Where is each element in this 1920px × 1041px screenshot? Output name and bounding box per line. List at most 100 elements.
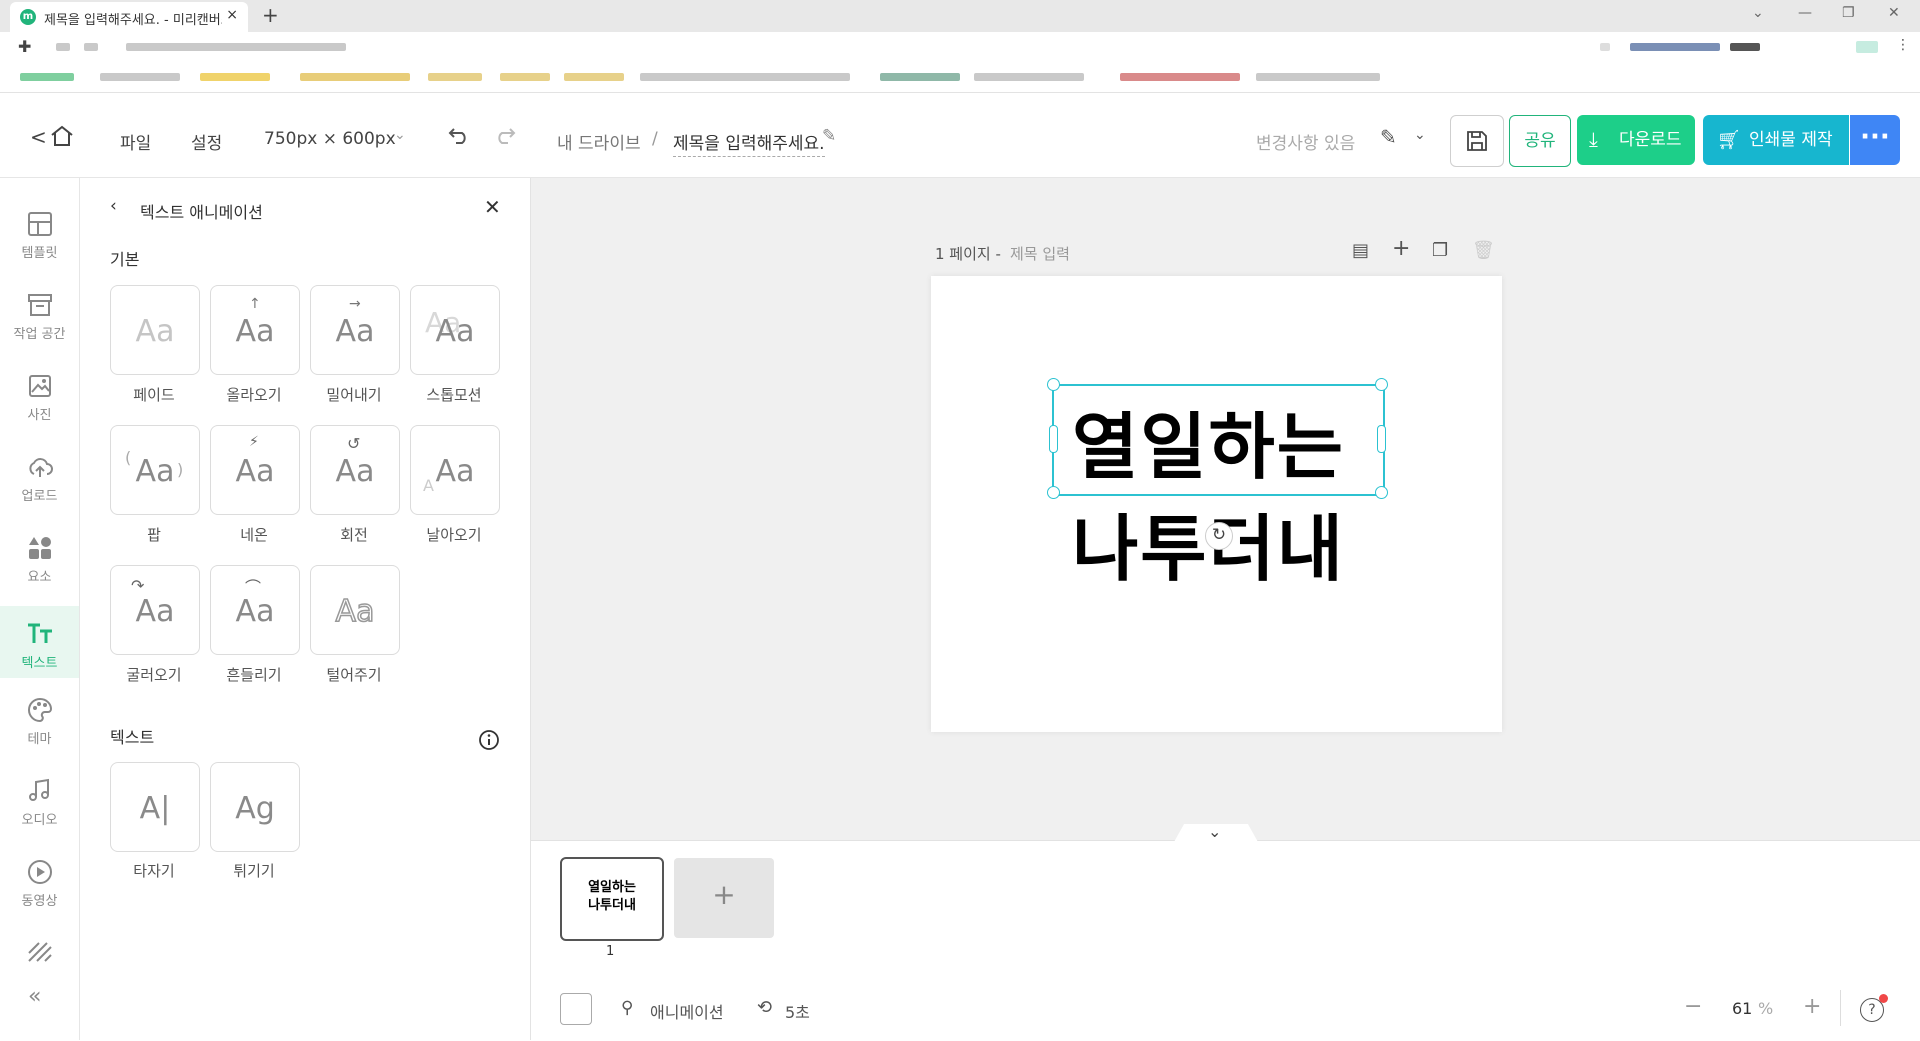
- animation-card-fade[interactable]: Aa: [110, 285, 200, 375]
- animation-card-pop[interactable]: (Aa): [110, 425, 200, 515]
- chevron-down-icon[interactable]: ⌄: [1414, 127, 1426, 143]
- bookmark-item[interactable]: [880, 73, 960, 81]
- animation-card-shakeoff[interactable]: Aa: [310, 565, 400, 655]
- bookmark-item[interactable]: [428, 73, 482, 81]
- bookmark-item[interactable]: [300, 73, 410, 81]
- bookmark-item[interactable]: [500, 73, 550, 81]
- bookmark-item[interactable]: [100, 73, 180, 81]
- animation-card-roll[interactable]: ↷ Aa: [110, 565, 200, 655]
- animation-button[interactable]: 애니메이션: [650, 999, 724, 1023]
- bookmark-item[interactable]: [1256, 73, 1380, 81]
- animation-card-stopmotion[interactable]: Aa Aa: [410, 285, 500, 375]
- reload-icon[interactable]: [84, 43, 98, 51]
- animation-card-neon[interactable]: ⚡︎ Aa: [210, 425, 300, 515]
- page-thumbnail[interactable]: 열일하는 나투더내: [560, 857, 664, 941]
- bookmark-item[interactable]: [20, 73, 74, 81]
- sidebar-item-theme[interactable]: 테마: [0, 682, 79, 752]
- sidebar-item-template[interactable]: 템플릿: [0, 196, 79, 266]
- side-resize-handle[interactable]: [1049, 425, 1058, 453]
- animation-card-push[interactable]: → Aa: [310, 285, 400, 375]
- duration-clock-icon[interactable]: ⟲: [757, 997, 772, 1018]
- animation-card-rise[interactable]: ↑ Aa: [210, 285, 300, 375]
- menu-settings[interactable]: 설정: [191, 129, 222, 154]
- sidebar-item-audio[interactable]: 오디오: [0, 763, 79, 833]
- browser-tab[interactable]: m 제목을 입력해주세요. - 미리캔버스 ×: [10, 2, 248, 32]
- bookmark-item[interactable]: [640, 73, 850, 81]
- animation-card-typewriter[interactable]: A|: [110, 762, 200, 852]
- panel-close-icon[interactable]: ✕: [484, 195, 501, 219]
- browser-menu-icon[interactable]: ⋮: [1896, 37, 1910, 53]
- animation-card-rotate[interactable]: ↺ Aa: [310, 425, 400, 515]
- new-tab-button[interactable]: +: [262, 3, 279, 27]
- sidebar-item-text[interactable]: 텍스트: [0, 606, 79, 678]
- document-title[interactable]: 제목을 입력해주세요.: [673, 129, 825, 157]
- close-window-icon[interactable]: ✕: [1888, 5, 1900, 21]
- resize-handle[interactable]: [1047, 378, 1060, 391]
- animation-card-bounce[interactable]: Ag: [210, 762, 300, 852]
- background-color-swatch[interactable]: [560, 993, 592, 1025]
- nav-icon[interactable]: [56, 43, 70, 51]
- minimize-window-icon[interactable]: —: [1798, 5, 1812, 21]
- undo-icon[interactable]: [448, 127, 470, 145]
- menu-file[interactable]: 파일: [120, 129, 151, 154]
- back-arrow-icon[interactable]: <: [30, 125, 47, 149]
- download-button[interactable]: ⤓ 다운로드: [1577, 115, 1695, 165]
- resize-handle[interactable]: [1375, 486, 1388, 499]
- home-icon[interactable]: [50, 125, 74, 147]
- more-options-button[interactable]: ···: [1850, 115, 1900, 165]
- chevron-down-icon[interactable]: ⌄: [394, 127, 406, 143]
- info-icon[interactable]: [478, 729, 500, 751]
- bookmark-item[interactable]: [200, 73, 270, 81]
- restore-window-icon[interactable]: ❐: [1842, 5, 1855, 21]
- breadcrumb-drive[interactable]: 내 드라이브: [557, 129, 641, 154]
- page-note-icon[interactable]: ▤: [1352, 240, 1369, 261]
- add-page-button[interactable]: +: [674, 858, 774, 938]
- zoom-in-button[interactable]: +: [1803, 994, 1821, 1019]
- resize-handle[interactable]: [1375, 378, 1388, 391]
- resize-handle[interactable]: [1047, 486, 1060, 499]
- tab-close-icon[interactable]: ×: [226, 7, 238, 23]
- url-text[interactable]: [126, 43, 346, 51]
- back-nav-icon[interactable]: ✚: [18, 37, 31, 56]
- add-page-icon[interactable]: +: [1392, 236, 1410, 261]
- share-button[interactable]: 공유: [1509, 115, 1571, 167]
- redo-icon[interactable]: [494, 127, 516, 145]
- extension-icon[interactable]: [1630, 43, 1720, 51]
- collapse-chevron-icon[interactable]: ⌄: [1208, 822, 1221, 841]
- animation-wand-icon[interactable]: ⚲: [621, 998, 633, 1018]
- sidebar-item-photo[interactable]: 사진: [0, 358, 79, 428]
- selection-box[interactable]: [1052, 384, 1385, 496]
- duplicate-page-icon[interactable]: ❐: [1432, 240, 1448, 261]
- animation-card-shake[interactable]: ⌒ Aa: [210, 565, 300, 655]
- tab-search-icon[interactable]: ⌄: [1752, 5, 1764, 21]
- duration-button[interactable]: 5초: [785, 999, 810, 1023]
- save-button[interactable]: [1450, 115, 1504, 167]
- collapse-sidebar-icon[interactable]: «: [28, 984, 41, 1009]
- extension-icon[interactable]: [1730, 43, 1760, 51]
- bookmark-item[interactable]: [974, 73, 1084, 81]
- animation-label: 굴러오기: [126, 666, 182, 684]
- edit-title-pencil-icon[interactable]: ✎: [822, 126, 836, 146]
- bookmark-item[interactable]: [564, 73, 624, 81]
- address-bar[interactable]: ✚ ⋮: [0, 32, 1920, 62]
- extension-icon[interactable]: [1600, 43, 1610, 51]
- edit-mode-pencil-icon[interactable]: ✎: [1380, 125, 1397, 149]
- side-resize-handle[interactable]: [1377, 425, 1386, 453]
- print-order-button[interactable]: 🛒︎ 인쇄물 제작: [1703, 115, 1849, 165]
- delete-page-icon[interactable]: 🗑︎: [1472, 240, 1495, 261]
- canvas-size-dropdown[interactable]: 750px × 600px: [264, 129, 396, 149]
- sidebar-item-elements[interactable]: 요소: [0, 520, 79, 590]
- page-title-input[interactable]: 제목 입력: [1010, 243, 1070, 264]
- zoom-out-button[interactable]: −: [1684, 994, 1702, 1019]
- profile-icon[interactable]: [1856, 41, 1878, 53]
- panel-back-icon[interactable]: ‹: [110, 196, 117, 216]
- pattern-stripes-icon[interactable]: [27, 941, 53, 963]
- sidebar-item-upload[interactable]: 업로드: [0, 439, 79, 509]
- bookmark-item[interactable]: [1120, 73, 1240, 81]
- animation-label: 날아오기: [426, 526, 482, 544]
- sidebar-item-video[interactable]: 동영상: [0, 844, 79, 914]
- sidebar-item-workspace[interactable]: 작업 공간: [0, 277, 79, 347]
- rotate-handle-icon[interactable]: ↻: [1205, 522, 1233, 550]
- animation-card-flyin[interactable]: A Aa: [410, 425, 500, 515]
- zoom-value[interactable]: 61: [1732, 999, 1752, 1018]
